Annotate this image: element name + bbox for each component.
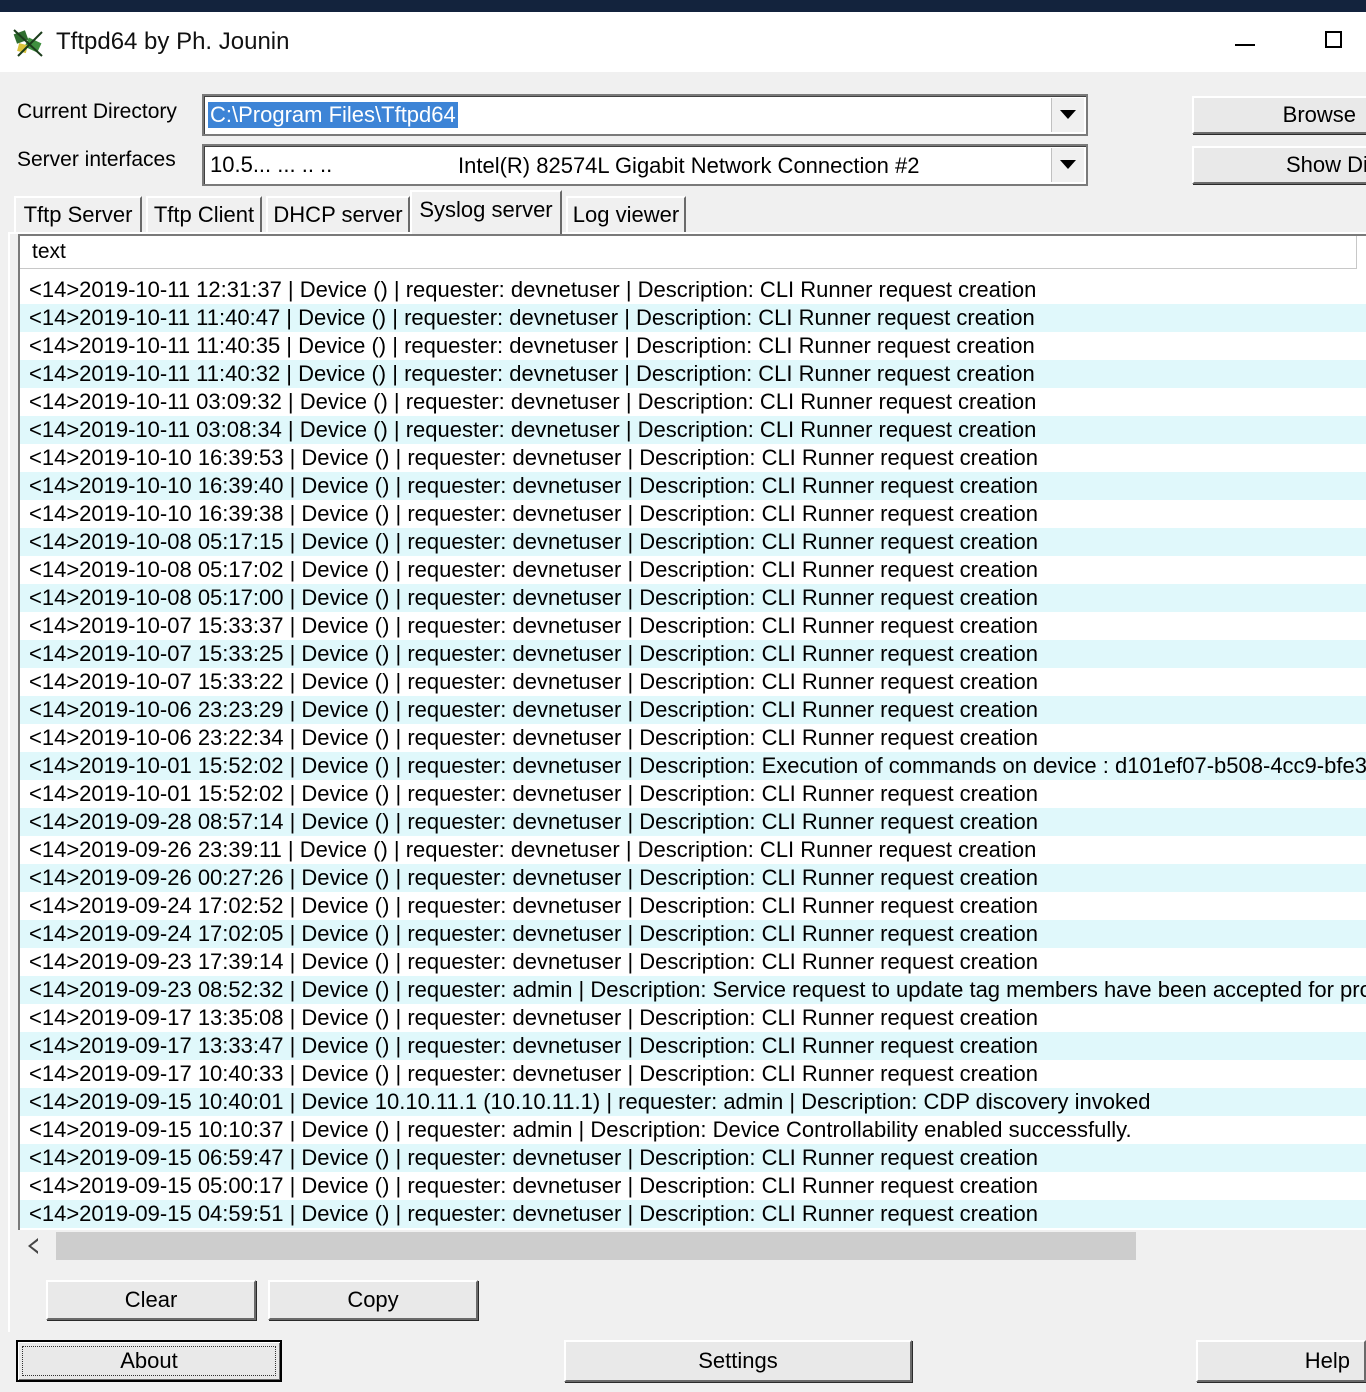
current-directory-dropdown-button[interactable]	[1051, 98, 1084, 132]
window-top-strip	[0, 0, 1366, 12]
browse-button-label: Browse	[1282, 102, 1356, 127]
tab-label: Syslog server	[419, 197, 553, 222]
column-header-label: text	[32, 240, 66, 263]
show-dir-button-label: Show Di	[1286, 152, 1366, 177]
current-directory-value: C:\Program Files\Tftpd64	[208, 102, 458, 128]
log-row[interactable]: <14>2019-09-15 05:00:17 | Device () | re…	[20, 1172, 1366, 1200]
log-row[interactable]: <14>2019-09-23 08:52:32 | Device () | re…	[20, 976, 1366, 1004]
copy-button-label: Copy	[347, 1287, 399, 1312]
log-row[interactable]: <14>2019-10-08 05:17:00 | Device () | re…	[20, 584, 1366, 612]
focus-rectangle	[22, 1346, 276, 1376]
log-row[interactable]: <14>2019-10-08 05:17:02 | Device () | re…	[20, 556, 1366, 584]
log-row[interactable]: <14>2019-10-07 15:33:37 | Device () | re…	[20, 612, 1366, 640]
log-row[interactable]: <14>2019-09-15 10:10:37 | Device () | re…	[20, 1116, 1366, 1144]
current-directory-label: Current Directory	[17, 100, 177, 123]
show-dir-button[interactable]: Show Di	[1192, 146, 1366, 184]
log-row[interactable]: <14>2019-10-10 16:39:38 | Device () | re…	[20, 500, 1366, 528]
log-row[interactable]: <14>2019-10-06 23:23:29 | Device () | re…	[20, 696, 1366, 724]
about-button[interactable]: About	[16, 1340, 282, 1382]
log-row[interactable]: <14>2019-10-11 11:40:47 | Device () | re…	[20, 304, 1366, 332]
log-row[interactable]: <14>2019-09-26 00:27:26 | Device () | re…	[20, 864, 1366, 892]
log-row[interactable]: <14>2019-09-28 08:57:14 | Device () | re…	[20, 808, 1366, 836]
tab-tftp-client[interactable]: Tftp Client	[146, 196, 262, 232]
log-row[interactable]: <14>2019-10-10 16:39:40 | Device () | re…	[20, 472, 1366, 500]
log-row[interactable]: <14>2019-09-17 13:33:47 | Device () | re…	[20, 1032, 1366, 1060]
tab-label: Tftp Server	[23, 202, 133, 227]
settings-button[interactable]: Settings	[564, 1340, 912, 1382]
log-rows: <14>2019-10-11 12:31:37 | Device () | re…	[20, 276, 1366, 1228]
syslog-list[interactable]: text <14>2019-10-11 12:31:37 | Device ()…	[18, 234, 1366, 1264]
clear-button-label: Clear	[124, 1287, 178, 1312]
tab-label: Tftp Client	[153, 202, 255, 227]
list-column-header-text[interactable]: text	[20, 236, 1357, 269]
log-row[interactable]: <14>2019-09-15 04:59:51 | Device () | re…	[20, 1200, 1366, 1228]
help-button[interactable]: Help	[1196, 1340, 1366, 1382]
log-row[interactable]: <14>2019-09-17 10:40:33 | Device () | re…	[20, 1060, 1366, 1088]
scroll-left-icon[interactable]	[28, 1238, 39, 1254]
tab-dhcp-server[interactable]: DHCP server	[266, 196, 410, 232]
tab-syslog-server[interactable]: Syslog server	[410, 190, 562, 234]
maximize-button[interactable]	[1314, 22, 1354, 62]
maximize-icon	[1325, 31, 1342, 48]
log-row[interactable]: <14>2019-09-26 23:39:11 | Device () | re…	[20, 836, 1366, 864]
tab-tftp-server[interactable]: Tftp Server	[14, 196, 142, 232]
log-row[interactable]: <14>2019-10-07 15:33:25 | Device () | re…	[20, 640, 1366, 668]
log-row[interactable]: <14>2019-10-11 12:31:37 | Device () | re…	[20, 276, 1366, 304]
log-row[interactable]: <14>2019-10-08 05:17:15 | Device () | re…	[20, 528, 1366, 556]
tab-label: Log viewer	[572, 202, 680, 227]
browse-button[interactable]: Browse	[1192, 96, 1366, 134]
log-row[interactable]: <14>2019-10-01 15:52:02 | Device () | re…	[20, 780, 1366, 808]
server-interface-ip: 10.5... ... .. ..	[210, 152, 333, 177]
log-row[interactable]: <14>2019-10-11 11:40:35 | Device () | re…	[20, 332, 1366, 360]
server-interfaces-dropdown-button[interactable]	[1051, 148, 1084, 182]
log-row[interactable]: <14>2019-10-11 03:09:32 | Device () | re…	[20, 388, 1366, 416]
log-row[interactable]: <14>2019-09-24 17:02:05 | Device () | re…	[20, 920, 1366, 948]
log-row[interactable]: <14>2019-10-10 16:39:53 | Device () | re…	[20, 444, 1366, 472]
log-row[interactable]: <14>2019-09-15 06:59:47 | Device () | re…	[20, 1144, 1366, 1172]
tab-log-viewer[interactable]: Log viewer	[566, 196, 686, 232]
chevron-down-icon	[1060, 110, 1076, 119]
log-row[interactable]: <14>2019-09-17 13:35:08 | Device () | re…	[20, 1004, 1366, 1032]
tftpd-app-icon	[13, 29, 43, 57]
log-row[interactable]: <14>2019-10-11 11:40:32 | Device () | re…	[20, 360, 1366, 388]
current-directory-combo[interactable]: C:\Program Files\Tftpd64	[202, 94, 1088, 136]
log-row[interactable]: <14>2019-10-07 15:33:22 | Device () | re…	[20, 668, 1366, 696]
server-interfaces-label: Server interfaces	[17, 148, 176, 171]
clear-button[interactable]: Clear	[46, 1280, 256, 1320]
server-interface-name: Intel(R) 82574L Gigabit Network Connecti…	[458, 153, 920, 178]
help-button-label: Help	[1304, 1348, 1350, 1373]
log-row[interactable]: <14>2019-10-06 23:22:34 | Device () | re…	[20, 724, 1366, 752]
log-row[interactable]: <14>2019-09-23 17:39:14 | Device () | re…	[20, 948, 1366, 976]
chevron-down-icon	[1060, 160, 1076, 169]
minimize-icon	[1235, 44, 1255, 46]
log-row[interactable]: <14>2019-10-01 15:52:02 | Device () | re…	[20, 752, 1366, 780]
log-row[interactable]: <14>2019-09-15 10:40:01 | Device 10.10.1…	[20, 1088, 1366, 1116]
settings-button-label: Settings	[698, 1348, 778, 1373]
horizontal-scrollbar[interactable]	[18, 1230, 1366, 1264]
title-bar: Tftpd64 by Ph. Jounin	[0, 12, 1366, 72]
minimize-button[interactable]	[1226, 22, 1266, 62]
scrollbar-thumb[interactable]	[56, 1232, 1136, 1260]
tab-label: DHCP server	[273, 202, 403, 227]
log-row[interactable]: <14>2019-10-11 03:08:34 | Device () | re…	[20, 416, 1366, 444]
window-title: Tftpd64 by Ph. Jounin	[56, 28, 290, 55]
log-row[interactable]: <14>2019-09-24 17:02:52 | Device () | re…	[20, 892, 1366, 920]
server-interfaces-combo[interactable]: 10.5... ... .. .. Intel(R) 82574L Gigabi…	[202, 144, 1088, 186]
copy-button[interactable]: Copy	[268, 1280, 478, 1320]
